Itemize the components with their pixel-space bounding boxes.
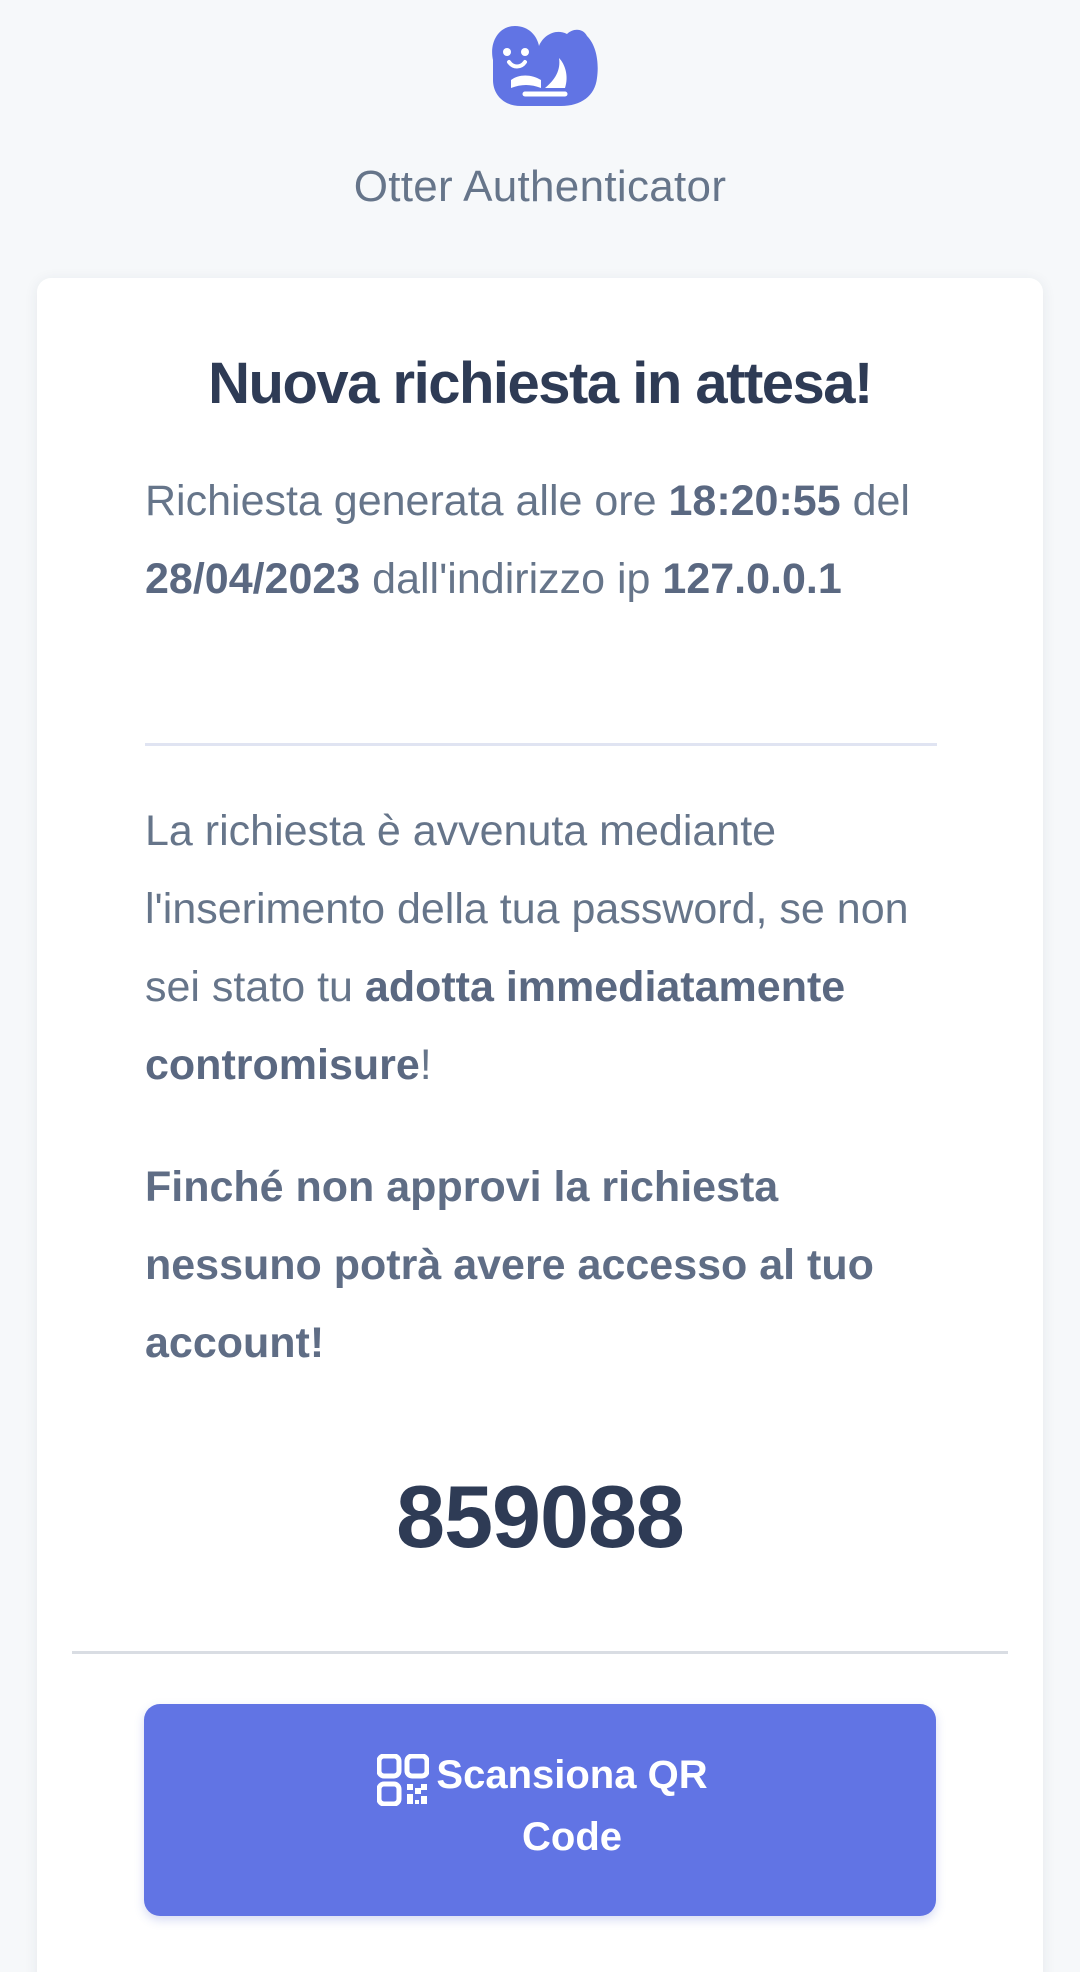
request-ip: 127.0.0.1 — [662, 555, 842, 603]
request-info: Richiesta generata alle ore 18:20:55 del… — [145, 462, 945, 618]
scan-qr-code-button[interactable]: Scansiona QR Code — [144, 1704, 936, 1916]
request-card: Nuova richiesta in attesa! Richiesta gen… — [37, 278, 1043, 1972]
warning-text: La richiesta è avvenuta mediante l'inser… — [145, 792, 945, 1104]
verification-code: 859088 — [396, 1467, 685, 1566]
otter-logo-icon — [492, 26, 598, 106]
page: Otter Authenticator Nuova richiesta in a… — [0, 0, 1080, 1972]
code-divider — [72, 1651, 1008, 1654]
scan-button-label: Scansiona QR Code — [436, 1753, 708, 1859]
request-time: 18:20:55 — [668, 477, 841, 525]
card-title: Nuova richiesta in attesa! — [208, 351, 873, 416]
warning-text-2: ! — [419, 1041, 432, 1089]
app-name: Otter Authenticator — [353, 162, 727, 211]
info-text-3: dall'indirizzo ip — [360, 555, 663, 603]
access-notice: Finché non approvi la richiesta nessuno … — [145, 1163, 874, 1367]
info-text-1: Richiesta generata alle ore — [145, 477, 669, 525]
info-divider — [145, 743, 937, 746]
info-text-2: del — [840, 477, 910, 525]
header: Otter Authenticator — [0, 0, 1080, 280]
request-date: 28/04/2023 — [145, 555, 361, 603]
